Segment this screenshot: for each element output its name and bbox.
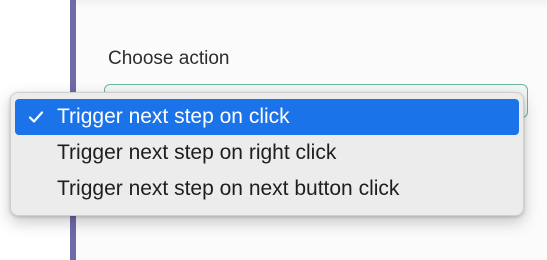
choose-action-label: Choose action bbox=[108, 48, 230, 69]
checkmark-icon bbox=[25, 99, 47, 135]
option-trigger-on-right-click[interactable]: Trigger next step on right click bbox=[11, 135, 523, 171]
option-trigger-on-next-button-click[interactable]: Trigger next step on next button click bbox=[11, 171, 523, 207]
option-label: Trigger next step on click bbox=[57, 105, 290, 128]
option-trigger-on-click[interactable]: Trigger next step on click bbox=[15, 99, 519, 135]
option-label: Trigger next step on next button click bbox=[57, 177, 400, 200]
action-dropdown-menu: Trigger next step on click Trigger next … bbox=[10, 92, 524, 216]
panel-top-shade bbox=[76, 0, 547, 8]
option-label: Trigger next step on right click bbox=[57, 141, 337, 164]
